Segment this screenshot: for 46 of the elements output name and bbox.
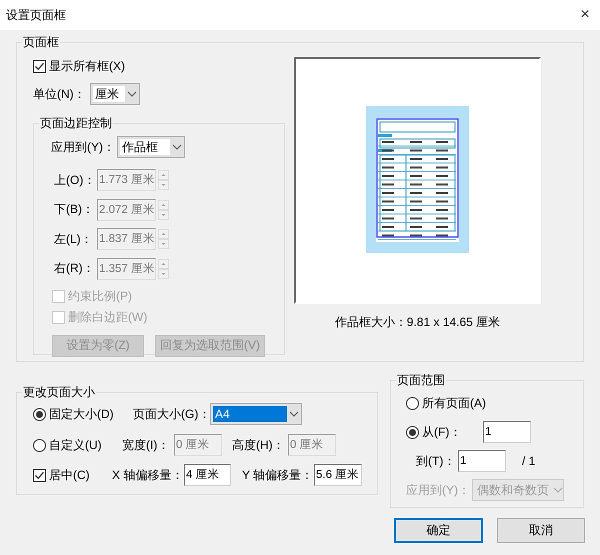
text-field[interactable]: 1 <box>483 421 531 443</box>
checkbox-label[interactable]: 居中(C) <box>49 466 90 484</box>
field-label: 宽度(I)： <box>122 436 170 454</box>
radio-label[interactable]: 自定义(U) <box>49 436 102 454</box>
group-title: 更改页面大小 <box>22 384 96 400</box>
radio-button[interactable] <box>33 438 46 452</box>
radio-label[interactable]: 从(F)： <box>422 424 462 440</box>
field-label: X 轴偏移量： <box>112 466 184 484</box>
dropdown[interactable]: 作品框 <box>117 136 185 158</box>
radio-button[interactable] <box>406 426 419 438</box>
radio-button[interactable] <box>33 408 46 420</box>
field-label: 右(R)： <box>53 260 96 277</box>
text-field[interactable]: 5.6 厘米 <box>314 464 362 486</box>
checkbox[interactable] <box>33 468 46 482</box>
dropdown[interactable]: A4 <box>210 403 302 425</box>
text-field[interactable]: 1 <box>458 450 506 472</box>
text-field[interactable]: 4 厘米 <box>184 464 231 486</box>
field-label: 下(B)： <box>53 201 95 218</box>
field-label: 左(L)： <box>53 230 94 248</box>
dialog-button[interactable]: 确定 <box>394 518 483 543</box>
dropdown[interactable]: 厘米 <box>90 83 140 105</box>
field-label: 应用到(Y)： <box>406 482 471 498</box>
caret-icon <box>127 91 137 97</box>
field-label: 上(O)： <box>53 172 96 188</box>
field-label: 单位(N)： <box>33 86 87 102</box>
group-title: 页面边距控制 <box>39 115 113 131</box>
group-title: 页面范围 <box>396 372 446 388</box>
field-label: / 1 <box>522 454 536 468</box>
field-label: 页面大小(G)： <box>133 406 210 422</box>
group-title: 页面框 <box>22 34 60 50</box>
caret-icon <box>553 487 563 493</box>
dialog-button[interactable]: 取消 <box>497 518 585 543</box>
window-title: 设置页面框 <box>6 6 66 24</box>
radio-button[interactable] <box>406 396 419 410</box>
radio-label[interactable]: 固定大小(D) <box>49 406 114 422</box>
close-button[interactable]: × <box>570 6 600 24</box>
checkbox-label[interactable]: 显示所有框(X) <box>49 58 125 74</box>
size-caption: 作品框大小：9.81 x 14.65 厘米 <box>334 314 502 331</box>
field-label: 到(T)： <box>416 452 456 470</box>
field-label: 高度(H)： <box>232 436 286 454</box>
field-label: Y 轴偏移量： <box>242 466 314 484</box>
checkbox[interactable] <box>33 60 46 72</box>
radio-label[interactable]: 所有页面(A) <box>422 394 486 412</box>
caret-icon <box>172 144 182 150</box>
caret-icon <box>289 411 299 417</box>
field-label: 应用到(Y)： <box>51 138 116 156</box>
